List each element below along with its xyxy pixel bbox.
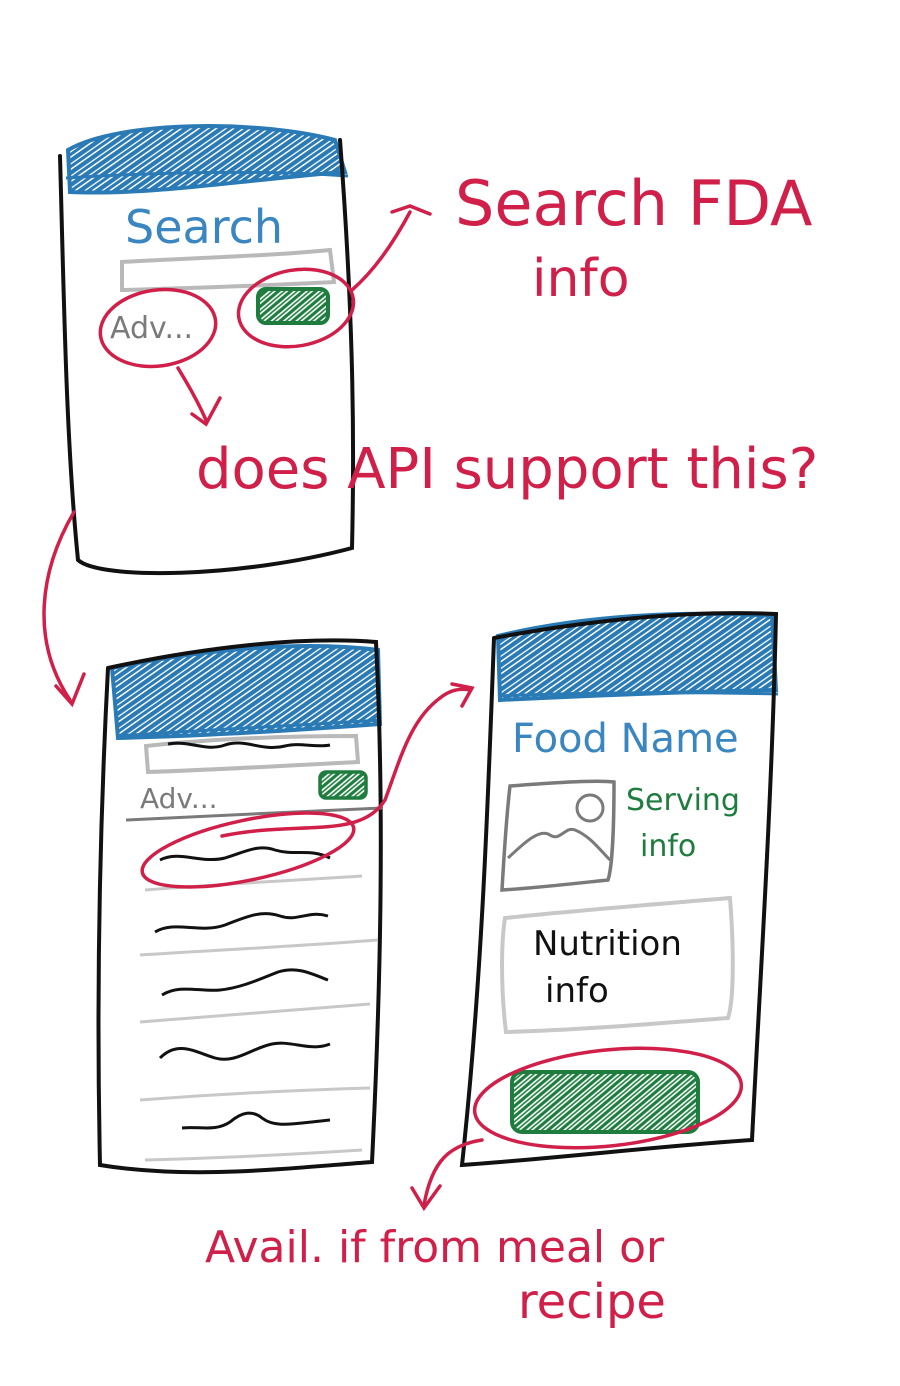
list-divider (139, 1002, 371, 1024)
nutrition-info-label-line2: info (545, 971, 609, 1011)
list-item[interactable] (154, 912, 329, 934)
search-fda-note: Search FDA (455, 167, 812, 240)
search-title: Search (125, 200, 283, 254)
results-search-button[interactable] (318, 770, 368, 800)
food-name-title: Food Name (512, 716, 739, 762)
detail-screen: Food Name Serving info Nutrition info (459, 611, 779, 1168)
list-divider (139, 938, 379, 957)
results-advanced-label[interactable]: Adv... (140, 782, 218, 815)
availability-note: Avail. if from meal or (205, 1222, 665, 1273)
list-item[interactable] (158, 1041, 331, 1061)
search-button[interactable] (256, 287, 330, 325)
list-item[interactable] (159, 846, 331, 862)
results-query-scribble (167, 741, 331, 749)
add-to-meal-button[interactable] (510, 1070, 700, 1134)
arrow-to-api-question (176, 366, 208, 422)
serving-info-label-line2: info (640, 829, 696, 864)
nutrition-info-box (500, 895, 735, 1035)
results-screen: Adv... (96, 638, 383, 1175)
list-divider (139, 1086, 371, 1102)
wireframe-sketch: Search Adv... Adv... Food Name Serving i… (42, 124, 818, 1330)
list-item[interactable] (181, 1111, 331, 1130)
serving-info-label: Serving (626, 783, 740, 818)
results-search-input[interactable] (143, 733, 361, 775)
list-divider (144, 1148, 363, 1162)
results-list (139, 846, 379, 1162)
image-sun-icon (575, 793, 605, 823)
detail-screen-header (495, 611, 779, 703)
list-item[interactable] (161, 968, 329, 997)
arrow-search-to-results (42, 510, 76, 702)
arrow-head-icon (450, 682, 475, 708)
arrow-head-icon (54, 672, 86, 708)
search-screen: Search Adv... (58, 124, 356, 576)
api-question-note: does API support this? (196, 437, 818, 502)
nutrition-info-label: Nutrition (533, 924, 682, 964)
availability-note-line2: recipe (518, 1274, 666, 1330)
arrow-to-fda-note (350, 210, 412, 292)
search-advanced-label[interactable]: Adv... (110, 311, 193, 346)
image-mountain-icon (506, 827, 612, 862)
search-screen-header (65, 124, 348, 195)
food-image-placeholder (500, 779, 616, 892)
search-fda-note-line2: info (532, 249, 630, 309)
